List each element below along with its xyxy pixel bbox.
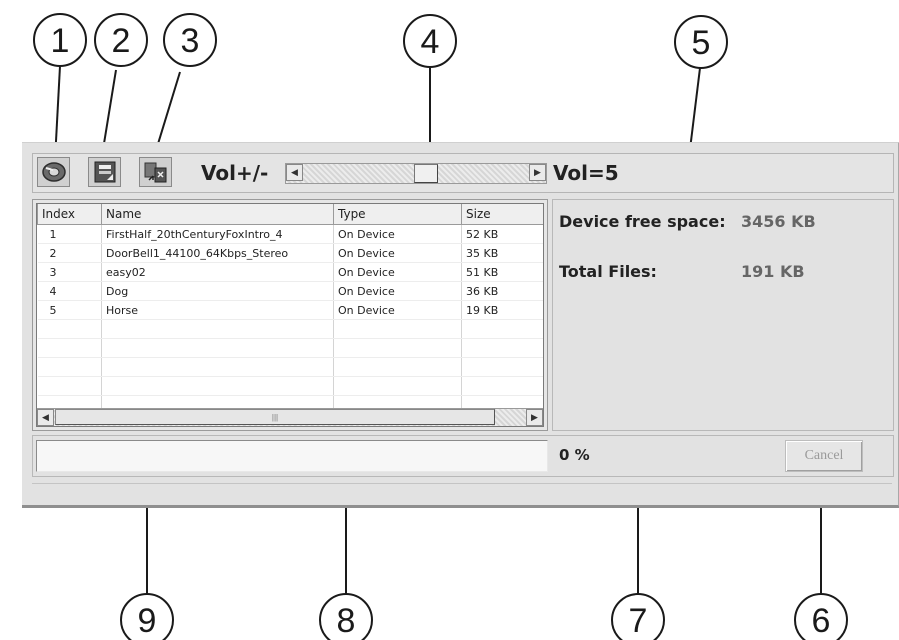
cancel-button[interactable]: Cancel bbox=[785, 440, 863, 472]
empty-row bbox=[37, 338, 543, 358]
volume-right-arrow[interactable]: ▶ bbox=[529, 164, 546, 181]
horizontal-scrollbar[interactable]: ◀ ||| ▶ bbox=[37, 408, 543, 426]
empty-row bbox=[37, 357, 543, 377]
device-info-panel: Device free space: 3456 KB Total Files: … bbox=[552, 199, 894, 431]
disc-icon bbox=[41, 162, 66, 182]
transfer-button[interactable] bbox=[139, 157, 172, 187]
status-strip bbox=[32, 483, 892, 492]
transfer-status-row: 0 % Cancel bbox=[32, 435, 894, 477]
cell-type: On Device bbox=[333, 262, 462, 282]
cell-index: 5 bbox=[37, 300, 102, 320]
cell-type: On Device bbox=[333, 281, 462, 301]
file-list-panel: Index Name Type Size 1 FirstHalf_20thCen… bbox=[32, 199, 548, 431]
table-header-row: Index Name Type Size bbox=[37, 204, 543, 225]
volume-slider-thumb[interactable] bbox=[414, 164, 439, 183]
file-table: Index Name Type Size 1 FirstHalf_20thCen… bbox=[37, 204, 543, 415]
save-button[interactable] bbox=[88, 157, 121, 187]
table-row[interactable]: 1 FirstHalf_20thCenturyFoxIntro_4 On Dev… bbox=[37, 224, 543, 244]
cell-size: 19 KB bbox=[461, 300, 543, 320]
table-row[interactable]: 5 Horse On Device 19 KB bbox=[37, 300, 543, 320]
transfer-progress-bar bbox=[36, 440, 548, 472]
cell-name: DoorBell1_44100_64Kbps_Stereo bbox=[101, 243, 334, 263]
scroll-left-arrow[interactable]: ◀ bbox=[37, 409, 54, 426]
cell-index: 4 bbox=[37, 281, 102, 301]
total-files-label: Total Files: bbox=[559, 262, 657, 281]
transfer-icon bbox=[144, 162, 166, 183]
callout-7: 7 bbox=[629, 602, 648, 640]
table-row[interactable]: 3 easy02 On Device 51 KB bbox=[37, 262, 543, 282]
progress-percent: 0 % bbox=[559, 446, 590, 464]
column-header-index[interactable]: Index bbox=[37, 204, 102, 225]
volume-label: Vol+/- bbox=[201, 161, 269, 185]
disc-button[interactable] bbox=[37, 157, 70, 187]
column-header-type[interactable]: Type bbox=[333, 204, 462, 225]
cell-name: easy02 bbox=[101, 262, 334, 282]
cell-index: 2 bbox=[37, 243, 102, 263]
empty-row bbox=[37, 376, 543, 396]
toolbar: Vol+/- ◀ ▶ Vol=5 bbox=[32, 153, 894, 193]
column-header-size[interactable]: Size bbox=[461, 204, 543, 225]
volume-slider[interactable]: ◀ ▶ bbox=[285, 163, 547, 184]
table-row[interactable]: 4 Dog On Device 36 KB bbox=[37, 281, 543, 301]
cell-type: On Device bbox=[333, 243, 462, 263]
audio-manager-window: Vol+/- ◀ ▶ Vol=5 Index Name Type Size 1 … bbox=[22, 142, 899, 508]
cell-name: FirstHalf_20thCenturyFoxIntro_4 bbox=[101, 224, 334, 244]
total-files-value: 191 KB bbox=[741, 262, 805, 281]
cell-type: On Device bbox=[333, 224, 462, 244]
file-list[interactable]: Index Name Type Size 1 FirstHalf_20thCen… bbox=[36, 203, 544, 427]
cell-name: Dog bbox=[101, 281, 334, 301]
cell-name: Horse bbox=[101, 300, 334, 320]
callout-9: 9 bbox=[138, 602, 157, 640]
free-space-label: Device free space: bbox=[559, 212, 726, 231]
horizontal-scroll-thumb[interactable]: ||| bbox=[55, 409, 495, 425]
cell-size: 35 KB bbox=[461, 243, 543, 263]
cell-size: 36 KB bbox=[461, 281, 543, 301]
callout-8: 8 bbox=[337, 602, 356, 640]
table-row[interactable]: 2 DoorBell1_44100_64Kbps_Stereo On Devic… bbox=[37, 243, 543, 263]
cell-type: On Device bbox=[333, 300, 462, 320]
callout-5: 5 bbox=[692, 24, 711, 62]
cell-size: 51 KB bbox=[461, 262, 543, 282]
callout-2: 2 bbox=[112, 22, 131, 60]
callout-6: 6 bbox=[812, 602, 831, 640]
volume-value-label: Vol=5 bbox=[553, 161, 619, 185]
free-space-value: 3456 KB bbox=[741, 212, 816, 231]
callout-3: 3 bbox=[181, 22, 200, 60]
volume-left-arrow[interactable]: ◀ bbox=[286, 164, 303, 181]
save-icon bbox=[94, 161, 115, 183]
callout-4: 4 bbox=[421, 23, 440, 61]
callout-1: 1 bbox=[51, 22, 70, 60]
empty-row bbox=[37, 319, 543, 339]
cell-index: 1 bbox=[37, 224, 102, 244]
column-header-name[interactable]: Name bbox=[101, 204, 334, 225]
cell-index: 3 bbox=[37, 262, 102, 282]
cell-size: 52 KB bbox=[461, 224, 543, 244]
scroll-right-arrow[interactable]: ▶ bbox=[526, 409, 543, 426]
